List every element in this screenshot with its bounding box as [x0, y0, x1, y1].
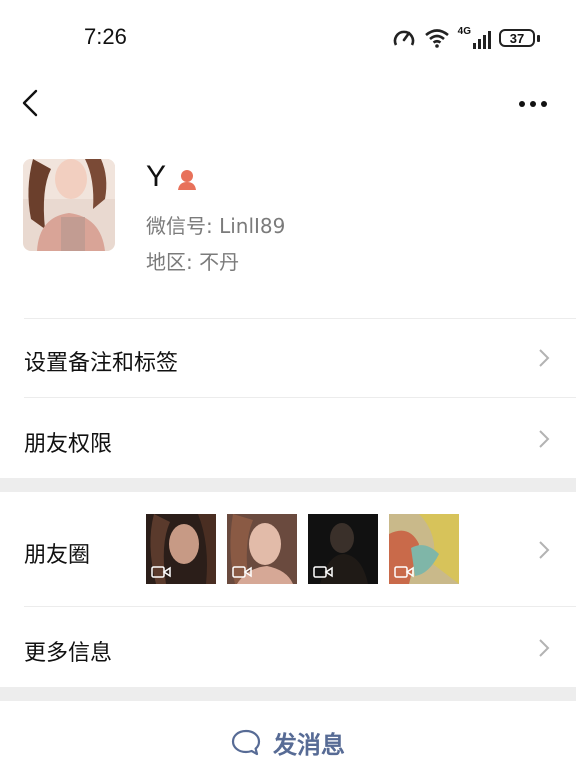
row-friend-permissions[interactable]: 朋友权限: [0, 398, 576, 478]
avatar[interactable]: [23, 159, 115, 251]
section-gap: [0, 478, 576, 492]
chevron-right-icon: [539, 639, 550, 657]
battery-icon: 37: [499, 29, 535, 47]
status-icons: 4G 37: [392, 27, 540, 49]
avatar-photo: [23, 159, 115, 251]
moment-thumbnail[interactable]: [146, 514, 216, 584]
video-icon: [232, 566, 252, 578]
chevron-right-icon: [539, 541, 550, 559]
row-more-info[interactable]: 更多信息: [0, 607, 576, 687]
moment-thumbnail[interactable]: [227, 514, 297, 584]
row-remarks-tags[interactable]: 设置备注和标签: [0, 319, 576, 397]
video-icon: [313, 566, 333, 578]
wechat-id: 微信号: LinlI89: [146, 214, 286, 238]
send-message-button[interactable]: 发消息: [0, 718, 576, 766]
video-icon: [151, 566, 171, 578]
wifi-icon: [424, 29, 449, 48]
row-label-remarks: 设置备注和标签: [24, 351, 179, 376]
region: 地区: 不丹: [146, 250, 240, 274]
data-saver-icon: [393, 30, 414, 46]
network-type: 4G: [457, 26, 471, 37]
row-label-moments: 朋友圈: [24, 543, 91, 568]
moment-thumbnail[interactable]: [308, 514, 378, 584]
back-arrow-icon[interactable]: [18, 88, 44, 118]
chevron-right-icon: [539, 349, 550, 367]
chevron-right-icon: [539, 430, 550, 448]
row-label-permissions: 朋友权限: [24, 432, 113, 457]
video-icon: [394, 566, 414, 578]
section-gap: [0, 687, 576, 701]
send-message-label: 发消息: [273, 730, 345, 759]
contact-name: Y: [146, 160, 167, 193]
row-label-more-info: 更多信息: [24, 641, 113, 666]
person-badge-icon: [178, 170, 196, 190]
signal-4g-icon: 4G: [458, 27, 491, 49]
status-time: 7:26: [84, 24, 127, 49]
more-options-icon[interactable]: [518, 100, 548, 108]
moment-thumbnail[interactable]: [389, 514, 459, 584]
chat-bubble-icon: [231, 729, 261, 756]
